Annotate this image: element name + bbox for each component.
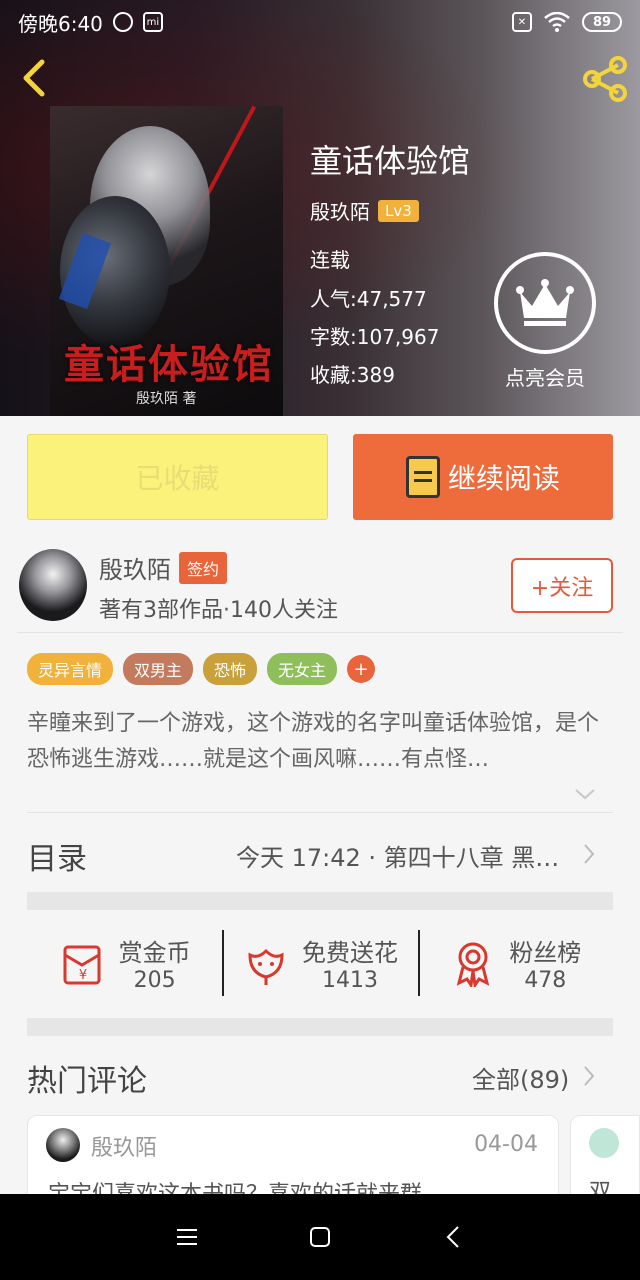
favorites-label: 收藏: bbox=[310, 363, 357, 387]
book-author[interactable]: 殷玖陌 bbox=[310, 196, 370, 225]
divider bbox=[17, 632, 623, 633]
battery-indicator: 89 bbox=[582, 12, 622, 32]
mi-icon: mi bbox=[142, 12, 163, 32]
fan-ranking-button[interactable]: 粉丝榜 478 bbox=[417, 928, 613, 998]
chevron-down-icon[interactable] bbox=[574, 786, 596, 802]
level-badge: Lv3 bbox=[378, 199, 419, 222]
flower-icon bbox=[248, 948, 284, 985]
book-title: 童话体验馆 bbox=[310, 142, 471, 180]
synopsis[interactable]: 辛瞳来到了一个游戏，这个游戏的名字叫童话体验馆，是个恐怖逃生游戏……就是这个画风… bbox=[27, 706, 617, 778]
system-back-button[interactable] bbox=[433, 1217, 473, 1257]
home-square-icon bbox=[309, 1227, 330, 1247]
word-count-value: 107,967 bbox=[356, 325, 440, 349]
book-status: 连载 bbox=[310, 248, 350, 272]
system-navigation-bar bbox=[0, 1194, 640, 1280]
svg-text:¥: ¥ bbox=[79, 968, 87, 983]
more-tags-button[interactable]: + bbox=[347, 655, 376, 683]
continue-reading-label: 继续阅读 bbox=[447, 462, 560, 495]
tag[interactable]: 恐怖 bbox=[203, 653, 258, 685]
book-cover[interactable]: 童话体验馆 殷玖陌 著 bbox=[50, 106, 283, 416]
reward-bar: ¥ 赏金币 205 免费送花 1413 粉丝榜 478 bbox=[27, 928, 613, 998]
tag-list: 灵异言情 双男主 恐怖 无女主 + bbox=[27, 653, 376, 685]
hot-comments-title: 热门评论 bbox=[27, 1064, 147, 1099]
collected-button[interactable]: 已收藏 bbox=[27, 434, 328, 520]
commenter-name[interactable]: 殷玖陌 bbox=[91, 1130, 157, 1162]
tag[interactable]: 灵异言情 bbox=[27, 653, 114, 685]
red-envelope-icon: ¥ bbox=[63, 945, 101, 985]
back-arrow-icon bbox=[446, 1226, 460, 1248]
favorites-value: 389 bbox=[356, 363, 395, 387]
author-name[interactable]: 殷玖陌 bbox=[99, 550, 171, 585]
reward-label: 赏金币 bbox=[118, 939, 191, 967]
reward-label: 免费送花 bbox=[301, 939, 398, 967]
tag[interactable]: 双男主 bbox=[123, 653, 194, 685]
cover-author: 殷玖陌 著 bbox=[136, 391, 197, 407]
vip-button[interactable] bbox=[494, 252, 596, 354]
comment-date: 04-04 bbox=[474, 1132, 538, 1157]
crown-icon bbox=[516, 279, 574, 326]
share-icon[interactable] bbox=[580, 54, 630, 104]
reward-count: 478 bbox=[524, 968, 567, 993]
popularity-label: 人气: bbox=[310, 287, 357, 311]
favorites-stat: 收藏:389 bbox=[310, 359, 395, 388]
continue-reading-button[interactable]: 继续阅读 bbox=[353, 434, 613, 520]
reward-count: 1413 bbox=[321, 968, 378, 993]
sim-icon: ✕ bbox=[512, 12, 532, 32]
vip-label[interactable]: 点亮会员 bbox=[492, 362, 598, 391]
signed-badge: 签约 bbox=[179, 551, 228, 584]
author-avatar[interactable] bbox=[19, 549, 87, 621]
book-author-row: 殷玖陌 Lv3 bbox=[310, 196, 419, 225]
latest-chapter[interactable]: 今天 17:42 · 第四十八章 黑… bbox=[236, 838, 566, 873]
commenter-avatar[interactable] bbox=[589, 1128, 619, 1158]
word-count-stat: 字数:107,967 bbox=[310, 321, 439, 350]
reward-count: 205 bbox=[133, 968, 176, 993]
cover-title: 童话体验馆 bbox=[64, 341, 274, 388]
menu-button[interactable] bbox=[167, 1217, 207, 1257]
home-button[interactable] bbox=[300, 1217, 340, 1257]
status-time: 傍晚6:40 bbox=[18, 11, 103, 36]
send-flower-button[interactable]: 免费送花 1413 bbox=[222, 928, 417, 998]
word-count-label: 字数: bbox=[310, 325, 357, 349]
chevron-right-icon[interactable] bbox=[582, 843, 596, 865]
tag[interactable]: 无女主 bbox=[267, 653, 338, 685]
divider bbox=[27, 812, 613, 813]
commenter-avatar[interactable] bbox=[46, 1128, 80, 1162]
toc-label[interactable]: 目录 bbox=[27, 834, 87, 878]
section-separator bbox=[27, 892, 613, 910]
reward-label: 粉丝榜 bbox=[509, 939, 582, 967]
back-icon[interactable] bbox=[16, 58, 52, 98]
author-info: 殷玖陌 签约 bbox=[99, 550, 228, 585]
wifi-icon bbox=[544, 12, 570, 32]
book-icon bbox=[405, 456, 440, 498]
popularity-value: 47,577 bbox=[356, 287, 427, 311]
all-comments-link[interactable]: 全部(89) bbox=[472, 1060, 569, 1095]
section-separator bbox=[27, 1018, 613, 1036]
reward-coins-button[interactable]: ¥ 赏金币 205 bbox=[27, 928, 222, 998]
collected-label: 已收藏 bbox=[135, 462, 220, 495]
author-subtitle: 著有3部作品·140人关注 bbox=[99, 598, 338, 623]
popularity-stat: 人气:47,577 bbox=[310, 283, 427, 312]
medal-icon bbox=[457, 942, 490, 987]
notification-icon bbox=[112, 12, 133, 32]
status-bar: 傍晚6:40 mi ✕ 89 bbox=[0, 0, 640, 44]
chevron-right-icon[interactable] bbox=[582, 1065, 596, 1087]
follow-button[interactable]: +关注 bbox=[511, 558, 613, 613]
menu-icon bbox=[176, 1229, 197, 1245]
